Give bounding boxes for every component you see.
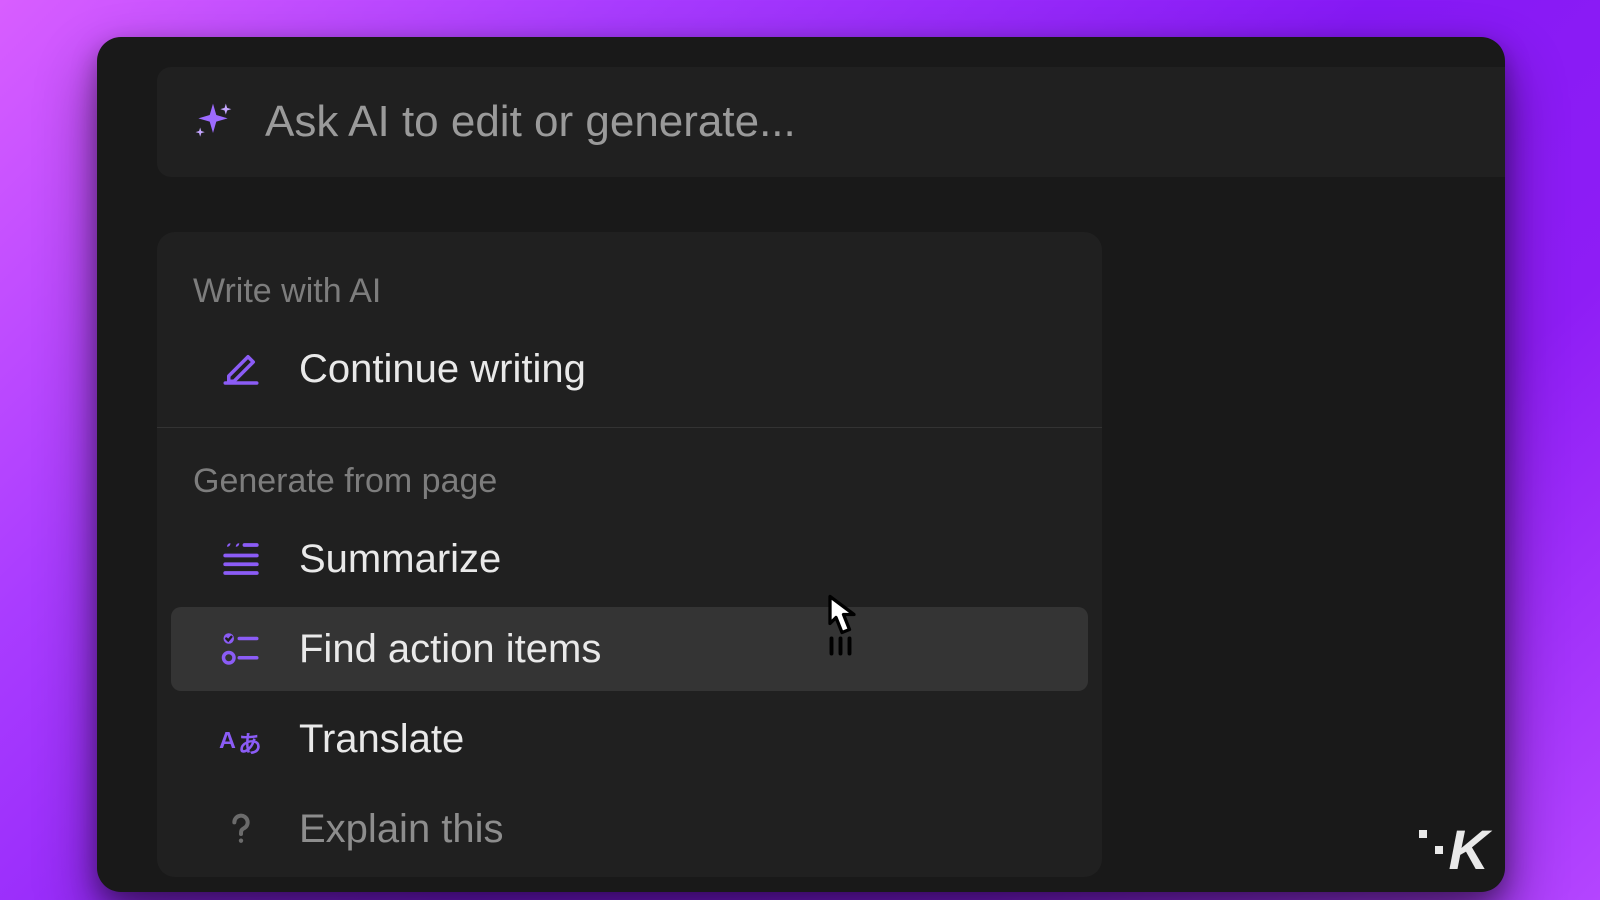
menu-item-label: Explain this (299, 807, 504, 852)
menu-item-label: Continue writing (299, 347, 586, 392)
section-title-generate: Generate from page (157, 448, 1102, 511)
ai-menu: Write with AI Continue writing Generate … (157, 232, 1102, 877)
menu-item-explain-this[interactable]: Explain this (171, 787, 1088, 871)
watermark: K (1419, 817, 1487, 882)
sparkle-icon (191, 100, 235, 144)
menu-item-find-action-items[interactable]: Find action items (171, 607, 1088, 691)
menu-item-label: Find action items (299, 627, 601, 672)
menu-item-translate[interactable]: A あ Translate (171, 697, 1088, 781)
menu-item-label: Translate (299, 717, 464, 762)
menu-item-summarize[interactable]: Summarize (171, 517, 1088, 601)
svg-text:A: A (219, 727, 236, 753)
ask-ai-input[interactable] (265, 97, 1505, 147)
svg-text:あ: あ (238, 731, 261, 756)
translate-icon: A あ (217, 715, 265, 763)
action-items-icon (217, 625, 265, 673)
menu-item-label: Summarize (299, 537, 501, 582)
question-icon (217, 805, 265, 853)
ai-panel: Write with AI Continue writing Generate … (97, 37, 1505, 892)
menu-divider (157, 427, 1102, 428)
watermark-dots-icon (1419, 830, 1443, 854)
ask-ai-bar[interactable] (157, 67, 1505, 177)
menu-item-continue-writing[interactable]: Continue writing (171, 327, 1088, 411)
watermark-letter: K (1449, 817, 1487, 882)
summarize-icon (217, 535, 265, 583)
section-title-write: Write with AI (157, 258, 1102, 321)
pencil-line-icon (217, 345, 265, 393)
